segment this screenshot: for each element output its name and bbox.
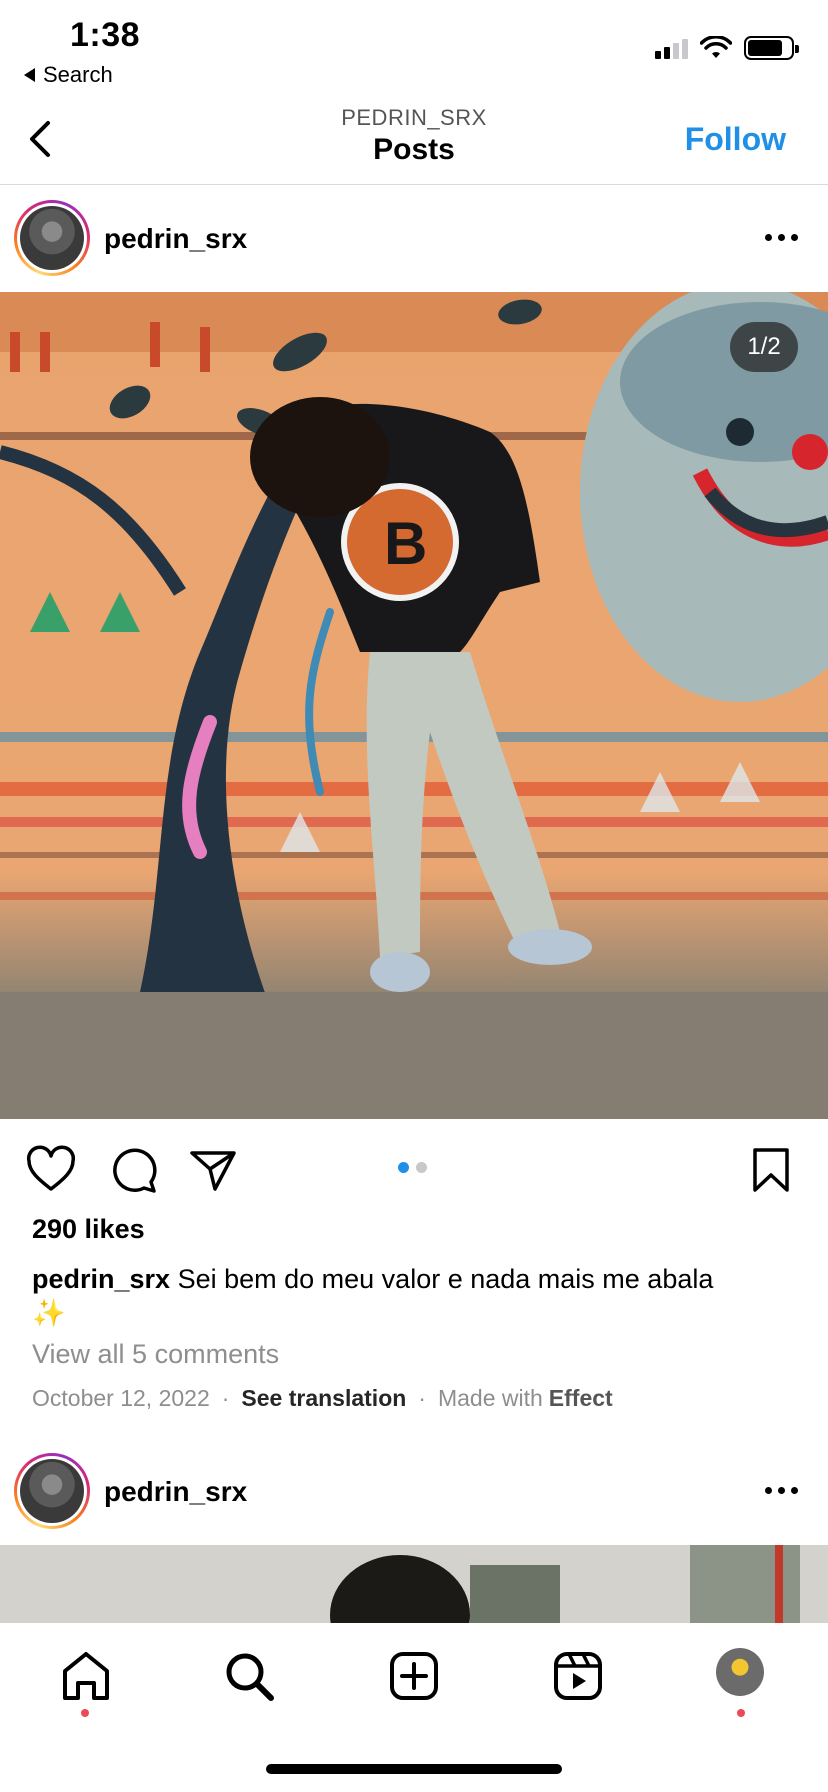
post-image[interactable]: B 1/2 xyxy=(0,292,828,1119)
more-options-icon[interactable] xyxy=(765,1487,798,1494)
post-username[interactable]: pedrin_srx xyxy=(104,223,247,255)
caption-text: Sei bem do meu valor e nada mais me abal… xyxy=(177,1264,714,1294)
sparkles-emoji: ✨ xyxy=(32,1298,66,1328)
post-photo-illustration: B xyxy=(0,292,828,1119)
home-icon xyxy=(63,1652,109,1700)
carousel-dots xyxy=(398,1162,427,1173)
see-translation-link[interactable]: See translation xyxy=(241,1385,406,1412)
tab-create[interactable] xyxy=(387,1649,441,1703)
wifi-icon xyxy=(700,36,732,58)
reels-icon xyxy=(554,1652,602,1700)
image-counter: 1/2 xyxy=(730,322,798,372)
search-icon xyxy=(226,1653,274,1701)
bookmark-icon[interactable] xyxy=(746,1145,796,1195)
made-with-label: Made with xyxy=(437,1385,543,1411)
share-icon[interactable] xyxy=(188,1145,238,1195)
nav-header: PEDRIN_SRX Posts Follow xyxy=(0,95,828,185)
status-bar: 1:38 Search xyxy=(0,0,828,95)
heart-icon[interactable] xyxy=(26,1145,76,1195)
meta-separator: · xyxy=(221,1385,230,1411)
next-post-username[interactable]: pedrin_srx xyxy=(104,1476,247,1508)
avatar[interactable] xyxy=(14,200,90,276)
post-caption: pedrin_srx Sei bem do meu valor e nada m… xyxy=(32,1262,802,1330)
back-triangle-icon xyxy=(24,68,35,82)
home-indicator xyxy=(266,1764,562,1774)
carousel-dot xyxy=(416,1162,427,1173)
svg-text:B: B xyxy=(384,510,427,577)
post-header: pedrin_srx xyxy=(0,185,828,292)
back-app-label: Search xyxy=(43,62,113,87)
next-post-image[interactable] xyxy=(0,1545,828,1623)
status-icons xyxy=(655,36,799,60)
battery-icon xyxy=(744,36,799,60)
post-actions xyxy=(0,1119,828,1219)
next-photo-illustration xyxy=(0,1545,828,1623)
view-comments-link[interactable]: View all 5 comments xyxy=(32,1339,279,1370)
next-post-header: pedrin_srx xyxy=(0,1438,828,1545)
tab-search[interactable] xyxy=(222,1649,276,1703)
effect-link[interactable]: Effect xyxy=(549,1385,613,1412)
post-meta: October 12, 2022 · See translation · Mad… xyxy=(32,1385,613,1412)
comment-icon[interactable] xyxy=(108,1145,158,1195)
post-date: October 12, 2022 xyxy=(32,1385,210,1411)
avatar[interactable] xyxy=(14,1453,90,1529)
back-to-app-link[interactable]: Search xyxy=(24,62,113,88)
tab-home[interactable] xyxy=(59,1649,113,1717)
profile-notification-dot xyxy=(737,1709,745,1717)
carousel-dot-active xyxy=(398,1162,409,1173)
meta-separator: · xyxy=(418,1385,426,1411)
follow-button[interactable]: Follow xyxy=(685,121,786,158)
like-count[interactable]: 290 likes xyxy=(32,1214,145,1245)
plus-square-icon xyxy=(390,1652,438,1700)
caption-username[interactable]: pedrin_srx xyxy=(32,1264,170,1294)
tab-reels[interactable] xyxy=(551,1649,605,1703)
cellular-signal-icon xyxy=(655,37,688,59)
status-time: 1:38 xyxy=(70,16,141,54)
more-options-icon[interactable] xyxy=(765,234,798,241)
tab-profile-avatar[interactable] xyxy=(716,1648,764,1696)
home-notification-dot xyxy=(81,1709,89,1717)
